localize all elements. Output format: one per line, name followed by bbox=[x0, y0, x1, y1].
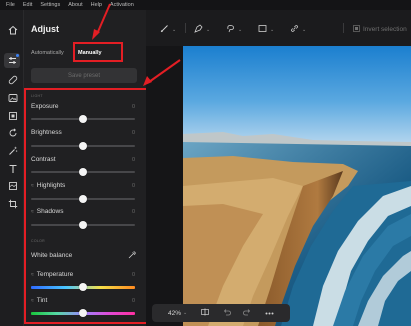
annotation-arrows bbox=[92, 3, 181, 86]
